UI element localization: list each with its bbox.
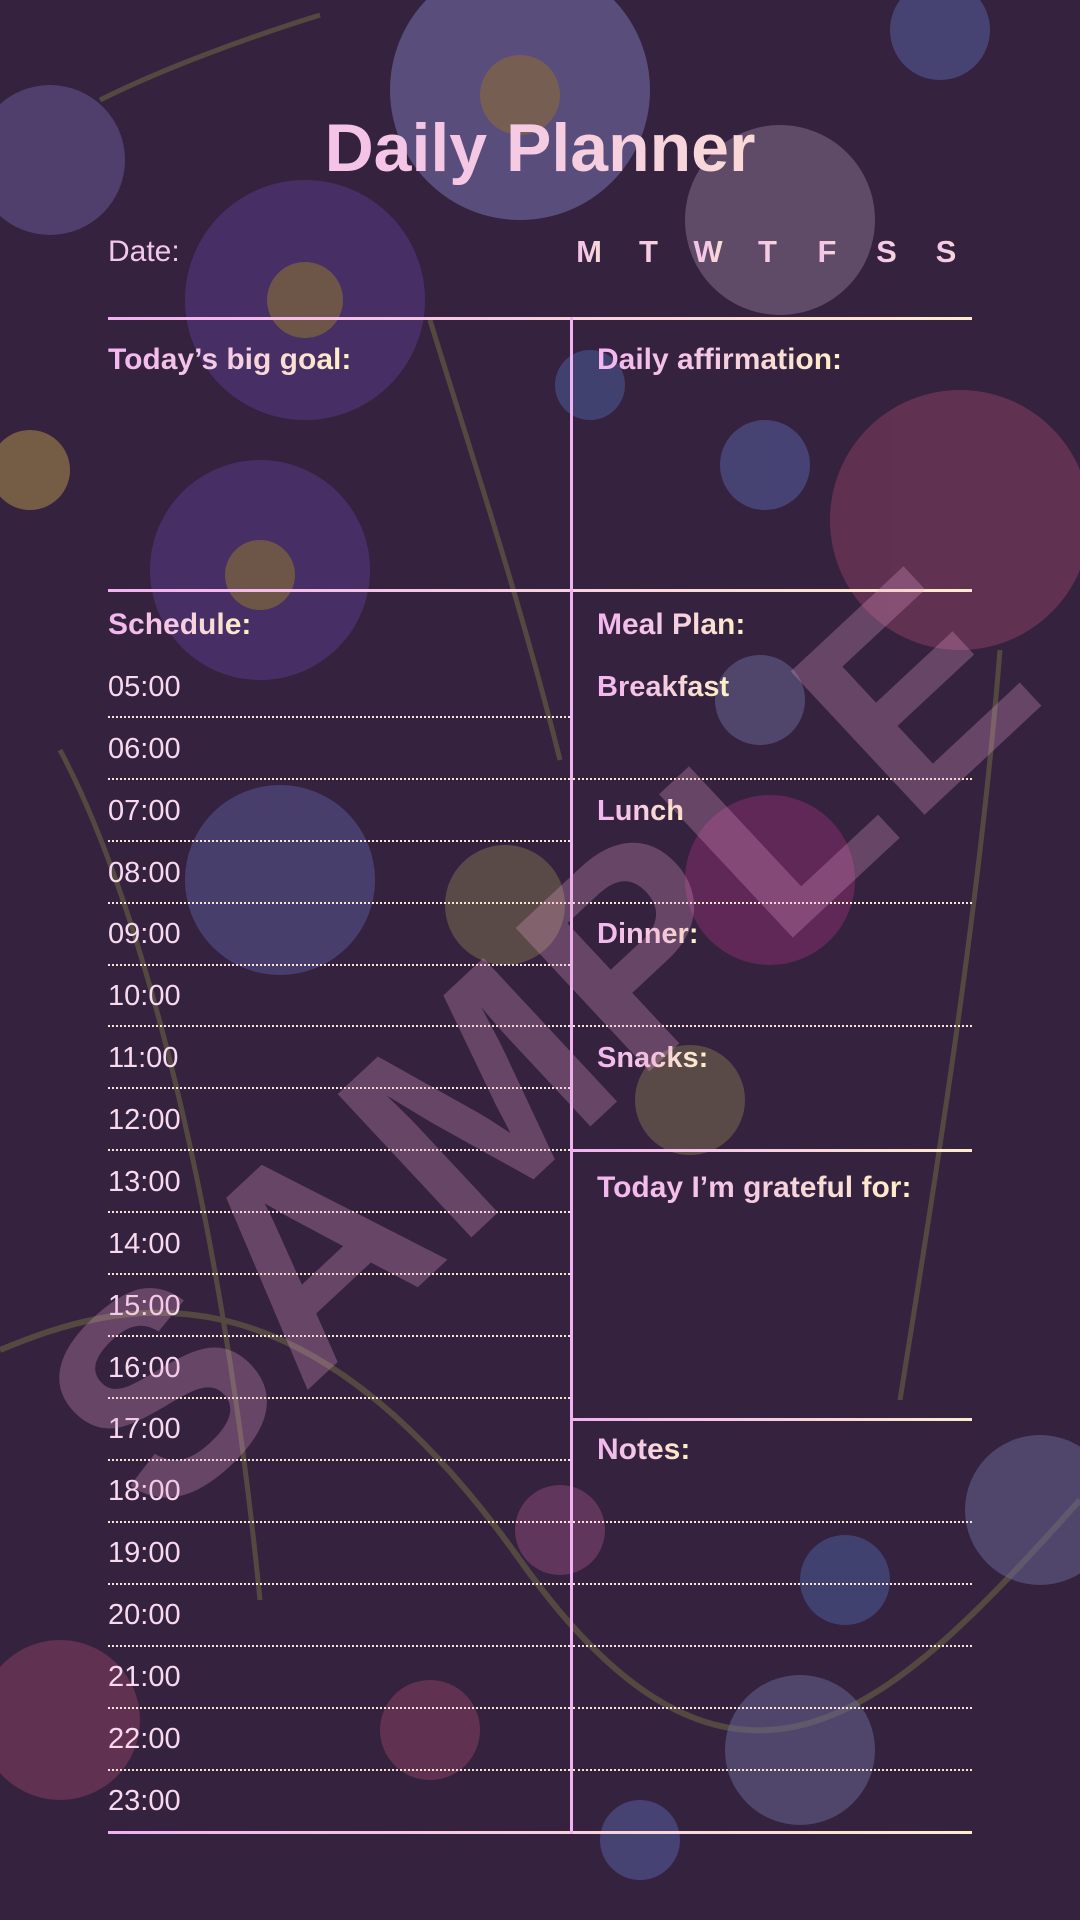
dotted-rule	[108, 778, 570, 780]
dotted-rule	[108, 1769, 570, 1771]
time-label: 11:00	[108, 1042, 179, 1074]
big-goal-field[interactable]	[108, 385, 563, 580]
time-label: 09:00	[108, 918, 181, 950]
weekday-friday[interactable]: F	[798, 230, 856, 274]
schedule-heading: Schedule:	[108, 605, 251, 645]
notes-rule	[573, 1521, 972, 1523]
time-label: 22:00	[108, 1723, 181, 1755]
dotted-rule	[108, 840, 570, 842]
notes-rule	[573, 1769, 972, 1771]
time-label: 23:00	[108, 1785, 181, 1817]
notes-heading: Notes:	[597, 1430, 690, 1470]
affirmation-heading: Daily affirmation:	[597, 340, 842, 380]
notes-rule	[573, 1645, 972, 1647]
time-label: 07:00	[108, 795, 181, 827]
big-goal-heading: Today’s big goal:	[108, 340, 351, 380]
time-label: 08:00	[108, 857, 181, 889]
planner-page: Daily Planner Date: M T W T F S S Today’…	[0, 0, 1080, 1920]
dotted-rule	[108, 1645, 570, 1647]
meal-plan-heading: Meal Plan:	[597, 605, 745, 645]
dotted-rule	[108, 1707, 570, 1709]
weekday-selector: M T W T F S S	[560, 230, 975, 274]
time-label: 05:00	[108, 671, 181, 703]
weekday-thursday[interactable]: T	[739, 230, 797, 274]
time-label: 20:00	[108, 1599, 181, 1631]
time-label: 10:00	[108, 980, 181, 1012]
weekday-saturday[interactable]: S	[858, 230, 916, 274]
weekday-sunday[interactable]: S	[917, 230, 975, 274]
time-label: 21:00	[108, 1661, 181, 1693]
notes-rule	[573, 1583, 972, 1585]
dotted-rule	[108, 1583, 570, 1585]
page-title: Daily Planner	[0, 108, 1080, 188]
divider-bottom	[108, 1831, 972, 1834]
time-label: 12:00	[108, 1104, 181, 1136]
weekday-wednesday[interactable]: W	[679, 230, 737, 274]
time-label: 06:00	[108, 733, 181, 765]
weekday-tuesday[interactable]: T	[620, 230, 678, 274]
notes-rule	[573, 1707, 972, 1709]
divider-top	[108, 317, 972, 320]
dotted-rule	[108, 716, 570, 718]
divider-notes	[570, 1418, 972, 1421]
grateful-heading: Today I’m grateful for:	[597, 1168, 911, 1208]
weekday-monday[interactable]: M	[560, 230, 618, 274]
date-label: Date:	[108, 235, 180, 268]
grateful-field[interactable]	[597, 1210, 972, 1410]
